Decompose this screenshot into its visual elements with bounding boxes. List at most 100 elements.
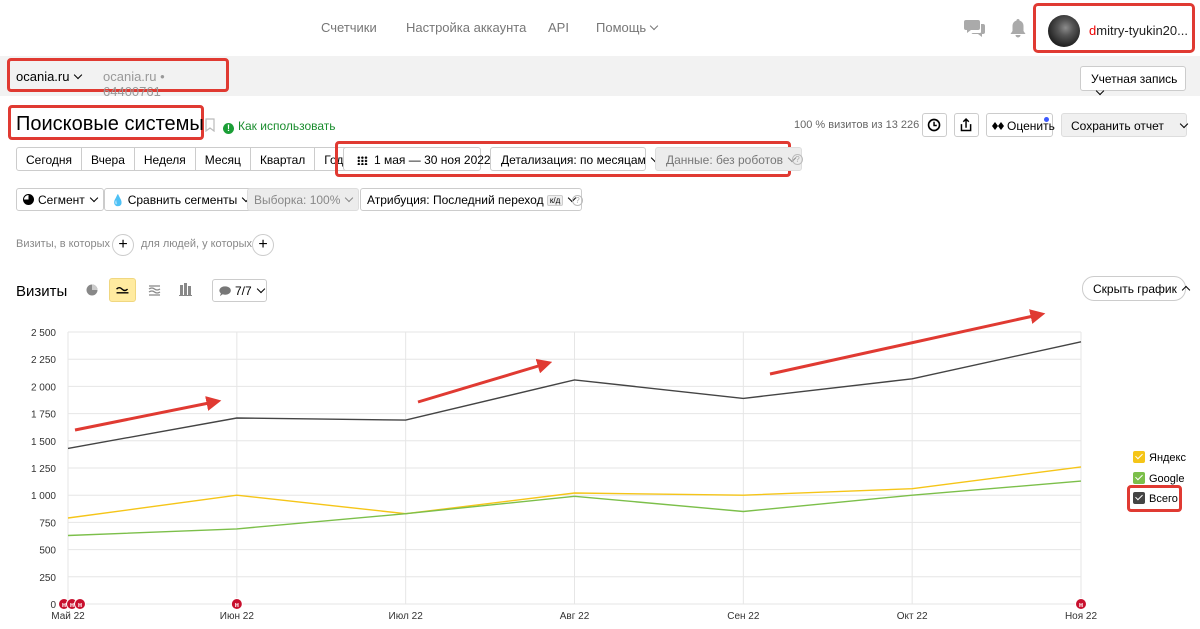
chart-type-line[interactable] [109,278,136,302]
history-button[interactable] [922,113,947,137]
add-people-filter-button[interactable]: + [252,234,274,256]
bar-chart-icon [179,283,192,296]
bookmark-icon[interactable] [205,118,215,132]
chart-type-pie[interactable] [79,278,106,302]
help-icon[interactable]: ? [572,195,583,206]
rate-button[interactable]: Оценить [986,113,1055,137]
chart-markers: ннннн [58,598,1087,610]
sample-label: Выборка: 100% [254,193,341,207]
event-marker-dot [74,598,86,610]
compare-segments-label: Сравнить сегменты [127,193,238,207]
annotation-arrow [417,358,553,404]
data-filter-label: Данные: без роботов [666,153,784,167]
detail-dropdown[interactable]: Детализация: по месяцам [490,147,660,171]
period-yesterday[interactable]: Вчера [82,148,135,170]
event-marker: н [58,598,70,610]
hide-chart-button[interactable]: Скрыть график [1082,276,1191,301]
attribution-label: Атрибуция: Последний переход [367,193,544,207]
date-range-button[interactable]: 1 мая — 30 ноя 2022 [343,147,491,171]
period-month[interactable]: Месяц [196,148,251,170]
period-selector: Сегодня Вчера Неделя Месяц Квартал Год [16,147,354,171]
series-line [67,341,1082,450]
x-tick-label: Окт 22 [897,611,928,622]
save-report-button[interactable]: Сохранить отчет [1061,113,1189,137]
calendar-icon [357,156,368,165]
chevron-down-icon [89,193,99,203]
account-button[interactable]: Учетная запись [1080,66,1186,96]
compare-segments-button[interactable]: 💧 Сравнить сегменты [104,188,257,211]
compare-icon: 💧 [111,195,125,207]
chat-icon[interactable] [964,18,986,38]
sample-dropdown[interactable]: Выборка: 100% [247,188,360,211]
kd-badge: к/д [546,195,564,206]
legend-google[interactable]: Google [1133,472,1184,485]
user-name[interactable]: dmitry-tyukin20... [1089,23,1188,38]
event-marker-dot [230,598,243,610]
nav-counters[interactable]: Счетчики [321,20,377,35]
chart-type-area[interactable] [141,278,168,302]
period-quarter[interactable]: Квартал [251,148,316,170]
x-axis-ticks: Май 22 Июн 22 Июл 22 Авг 22 Сен 22 Окт 22 Ноя … [51,611,1097,622]
nav-help[interactable]: Помощь [596,20,659,35]
visits-filter-label: Визиты, в которых [16,238,110,250]
y-tick-label: 1 250 [31,464,56,475]
legend-yandex-label: Яндекс [1149,452,1186,464]
event-marker-label: н [235,602,239,609]
how-to-use-link[interactable]: ! Как использовать [223,119,336,134]
attribution-dropdown[interactable]: Атрибуция: Последний переход к/д [360,188,583,211]
chart-type-bar[interactable] [172,278,199,302]
clock-icon [927,118,941,132]
user-name-rest: mitry-tyukin20... [1096,23,1188,38]
date-range-label: 1 мая — 30 ноя 2022 [374,153,491,167]
period-today[interactable]: Сегодня [17,148,82,170]
share-icon [960,118,972,132]
add-visit-filter-button[interactable]: + [112,234,134,256]
help-icon[interactable]: ? [792,154,803,165]
pie-chart-icon [86,284,98,296]
checkbox-icon [1133,472,1145,484]
event-marker-label: н [1079,602,1083,609]
segment-button[interactable]: Сегмент [16,188,104,211]
nav-api[interactable]: API [548,20,569,35]
y-tick-label: 250 [39,573,56,584]
how-to-use-label: Как использовать [238,119,336,133]
event-marker: н [230,598,243,610]
counter-selector-highlight: ocania.ru ocania.ru • 64400761 [7,58,229,99]
x-tick-label: Май 22 [51,611,85,622]
y-tick-label: 1 500 [31,437,56,448]
event-marker: н [66,598,78,610]
event-marker-dot [58,598,70,610]
site-select[interactable]: ocania.ru [16,69,83,84]
page-title: Поисковые системы [16,113,204,135]
legend-total[interactable]: Всего [1133,492,1178,505]
x-tick-label: Сен 22 [727,611,760,622]
event-marker: н [74,598,86,610]
nav-account-settings[interactable]: Настройка аккаунта [406,20,526,35]
checkbox-icon [1133,492,1145,504]
avatar[interactable] [1048,15,1080,47]
x-tick-label: Авг 22 [560,611,590,622]
user-menu[interactable]: dmitry-tyukin20... [1033,3,1195,53]
counter-site-name: ocania.ru [103,69,157,84]
area-chart-icon [148,285,161,296]
y-tick-label: 1 750 [31,410,56,421]
period-week[interactable]: Неделя [135,148,196,170]
people-filter-label: для людей, у которых [141,238,252,250]
data-filter-dropdown[interactable]: Данные: без роботов [655,147,803,171]
detail-dropdown-label: Детализация: по месяцам [501,153,646,167]
annotation-arrows [74,309,1046,432]
y-tick-label: 500 [39,546,56,557]
x-tick-label: Июл 22 [389,611,424,622]
event-marker-dot [1075,598,1087,610]
bell-icon[interactable] [1009,17,1027,39]
legend-yandex[interactable]: Яндекс [1133,451,1186,464]
export-button[interactable] [954,113,979,137]
chart-title: Визиты [16,283,68,300]
legend-google-label: Google [1149,473,1185,485]
chart-series [67,341,1082,537]
series-line [67,466,1082,519]
segment-label: Сегмент [38,193,85,207]
chevron-down-icon [1179,119,1189,129]
metrics-dropdown[interactable]: 7/7 [212,279,267,302]
event-marker-label: н [62,602,66,609]
